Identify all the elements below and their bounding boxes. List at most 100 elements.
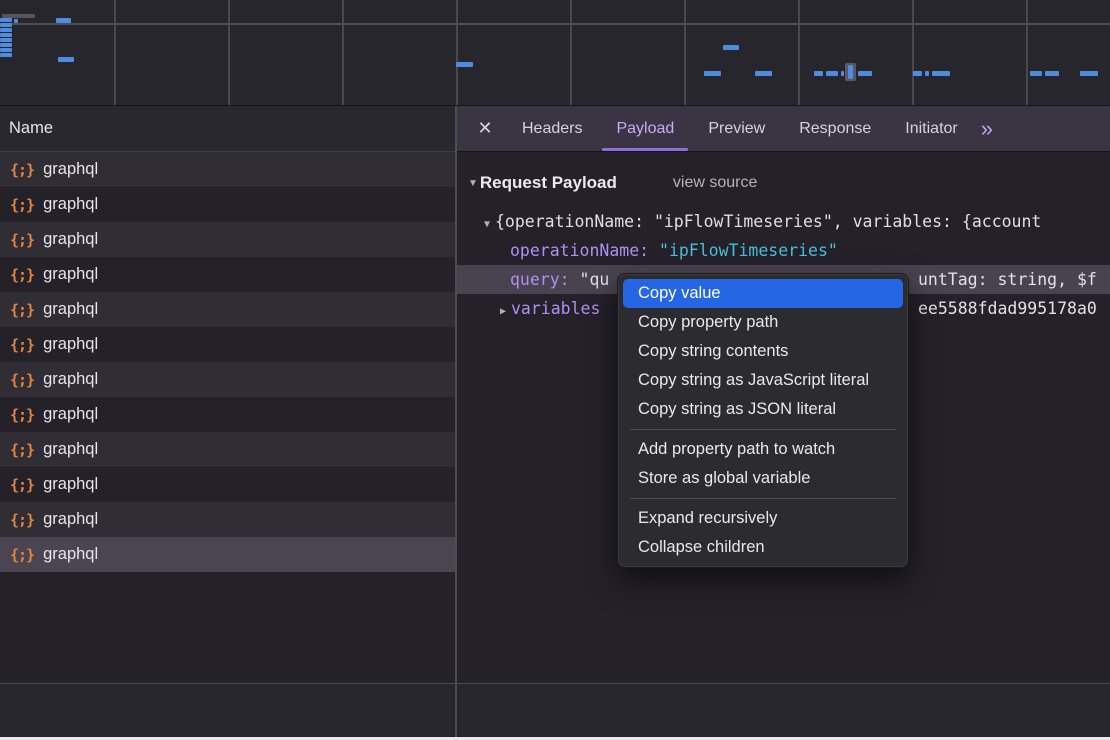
json-braces-icon: {;} bbox=[10, 476, 34, 494]
menu-separator bbox=[630, 498, 896, 499]
request-timing-bar bbox=[755, 71, 772, 76]
tab-label: Initiator bbox=[905, 120, 957, 138]
network-overview-timeline[interactable] bbox=[0, 0, 1110, 105]
tab-response[interactable]: Response bbox=[782, 106, 888, 151]
property-value-start: "qu bbox=[580, 270, 610, 289]
property-key: query: bbox=[510, 270, 570, 289]
tree-row-operation-name[interactable]: operationName: "ipFlowTimeseries" bbox=[457, 236, 1110, 265]
request-name-label: graphql bbox=[43, 265, 98, 284]
request-timing-bar bbox=[1080, 71, 1098, 76]
network-request-row[interactable]: {;} graphql bbox=[0, 152, 455, 187]
request-timing-bar bbox=[1030, 71, 1042, 76]
overview-gridline bbox=[114, 0, 116, 105]
overview-gridline bbox=[798, 0, 800, 105]
name-column-header[interactable]: Name bbox=[0, 106, 455, 152]
collapsed-triangle-icon[interactable]: ▶ bbox=[495, 297, 511, 323]
context-menu-item[interactable]: Copy property path bbox=[623, 308, 903, 337]
request-name-label: graphql bbox=[43, 510, 98, 529]
tab-initiator[interactable]: Initiator bbox=[888, 106, 974, 151]
overview-gridline bbox=[456, 0, 458, 105]
request-name-label: graphql bbox=[43, 195, 98, 214]
more-tabs-icon[interactable]: » bbox=[975, 106, 1003, 151]
panel-divider[interactable] bbox=[455, 684, 457, 737]
status-footer bbox=[0, 683, 1110, 737]
tree-root-row[interactable]: ▼{operationName: "ipFlowTimeseries", var… bbox=[457, 207, 1110, 236]
property-value-continuation: ee5588fdad995178a0 bbox=[918, 294, 1097, 323]
context-menu-item[interactable]: Store as global variable bbox=[623, 464, 903, 493]
request-timing-bar bbox=[456, 62, 473, 67]
tab-headers[interactable]: Headers bbox=[505, 106, 599, 151]
overview-gridline bbox=[228, 0, 230, 105]
request-timing-bar bbox=[826, 71, 838, 76]
context-menu-item[interactable]: Copy string as JavaScript literal bbox=[623, 366, 903, 395]
network-request-row[interactable]: {;} graphql bbox=[0, 502, 455, 537]
context-menu-item[interactable]: Expand recursively bbox=[623, 504, 903, 533]
collapse-triangle-icon[interactable]: ▼ bbox=[468, 178, 478, 189]
overview-divider-line bbox=[0, 23, 1110, 25]
context-menu-item[interactable]: Copy string as JSON literal bbox=[623, 395, 903, 424]
json-braces-icon: {;} bbox=[10, 371, 34, 389]
object-preview-text: {operationName: "ipFlowTimeseries", vari… bbox=[495, 212, 1041, 231]
request-timing-bar bbox=[841, 71, 844, 76]
request-timing-bar bbox=[0, 18, 12, 22]
json-braces-icon: {;} bbox=[10, 511, 34, 529]
request-timing-bar bbox=[0, 28, 12, 32]
overview-gridline bbox=[570, 0, 572, 105]
network-request-row[interactable]: {;} graphql bbox=[0, 432, 455, 467]
view-source-link[interactable]: view source bbox=[673, 174, 757, 192]
json-braces-icon: {;} bbox=[10, 231, 34, 249]
request-name-label: graphql bbox=[43, 440, 98, 459]
overview-gridline bbox=[912, 0, 914, 105]
expanded-triangle-icon[interactable]: ▼ bbox=[479, 210, 495, 236]
overview-gridline bbox=[684, 0, 686, 105]
network-request-row[interactable]: {;} graphql bbox=[0, 362, 455, 397]
network-request-row[interactable]: {;} graphql bbox=[0, 467, 455, 502]
json-braces-icon: {;} bbox=[10, 266, 34, 284]
overview-hover-marker bbox=[845, 63, 856, 81]
json-braces-icon: {;} bbox=[10, 336, 34, 354]
request-name-label: graphql bbox=[43, 300, 98, 319]
menu-separator bbox=[630, 429, 896, 430]
request-timing-bar bbox=[925, 71, 929, 76]
network-request-row[interactable]: {;} graphql bbox=[0, 257, 455, 292]
network-request-row[interactable]: {;} graphql bbox=[0, 537, 455, 572]
request-timing-bar bbox=[858, 71, 872, 76]
request-timing-bar bbox=[14, 19, 18, 23]
request-name-label: graphql bbox=[43, 370, 98, 389]
name-column-label: Name bbox=[9, 119, 53, 138]
property-key: operationName: bbox=[510, 241, 649, 260]
request-timing-bar bbox=[723, 45, 739, 50]
context-menu-item[interactable]: Add property path to watch bbox=[623, 435, 903, 464]
request-payload-section-header[interactable]: ▼ Request Payload view source bbox=[457, 167, 1110, 199]
overview-marker-bar bbox=[848, 65, 853, 79]
context-menu-item[interactable]: Collapse children bbox=[623, 533, 903, 562]
network-request-row[interactable]: {;} graphql bbox=[0, 222, 455, 257]
request-timing-bar bbox=[0, 23, 12, 27]
details-tabbar: ✕ Headers Payload Preview Response Initi… bbox=[457, 106, 1110, 152]
requests-list-panel: Name {;} graphql {;} graphql {;} graphql… bbox=[0, 106, 455, 683]
network-request-row[interactable]: {;} graphql bbox=[0, 397, 455, 432]
request-timing-bar bbox=[814, 71, 823, 76]
request-timing-bar bbox=[56, 18, 71, 23]
network-request-row[interactable]: {;} graphql bbox=[0, 187, 455, 222]
request-timing-bar bbox=[913, 71, 922, 76]
close-icon[interactable]: ✕ bbox=[465, 106, 505, 151]
request-name-label: graphql bbox=[43, 405, 98, 424]
json-braces-icon: {;} bbox=[10, 196, 34, 214]
json-braces-icon: {;} bbox=[10, 301, 34, 319]
request-timing-bar bbox=[0, 48, 12, 52]
network-request-row[interactable]: {;} graphql bbox=[0, 327, 455, 362]
json-braces-icon: {;} bbox=[10, 161, 34, 179]
tab-preview[interactable]: Preview bbox=[691, 106, 782, 151]
network-request-row[interactable]: {;} graphql bbox=[0, 292, 455, 327]
request-name-label: graphql bbox=[43, 545, 98, 564]
context-menu: Copy value Copy property path Copy strin… bbox=[617, 273, 909, 568]
tab-label: Preview bbox=[708, 120, 765, 138]
section-title: Request Payload bbox=[480, 173, 617, 193]
property-value-continuation: untTag: string, $f bbox=[918, 265, 1097, 294]
context-menu-item[interactable]: Copy string contents bbox=[623, 337, 903, 366]
property-value-string: "ipFlowTimeseries" bbox=[659, 241, 838, 260]
request-timing-bar bbox=[932, 71, 950, 76]
tab-payload[interactable]: Payload bbox=[599, 106, 691, 151]
context-menu-item[interactable]: Copy value bbox=[623, 279, 903, 308]
